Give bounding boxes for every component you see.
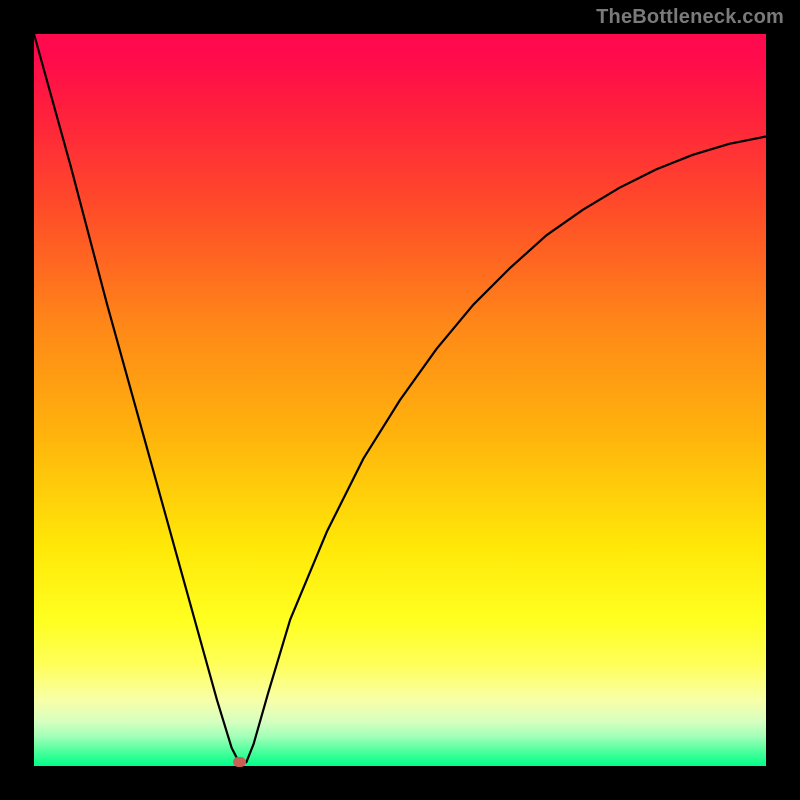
bottleneck-curve bbox=[34, 34, 766, 766]
watermark-text: TheBottleneck.com bbox=[596, 6, 784, 29]
chart-container: { "watermark": "TheBottleneck.com", "cha… bbox=[0, 0, 800, 800]
minimum-marker-icon bbox=[233, 757, 246, 767]
plot-area bbox=[34, 34, 766, 766]
